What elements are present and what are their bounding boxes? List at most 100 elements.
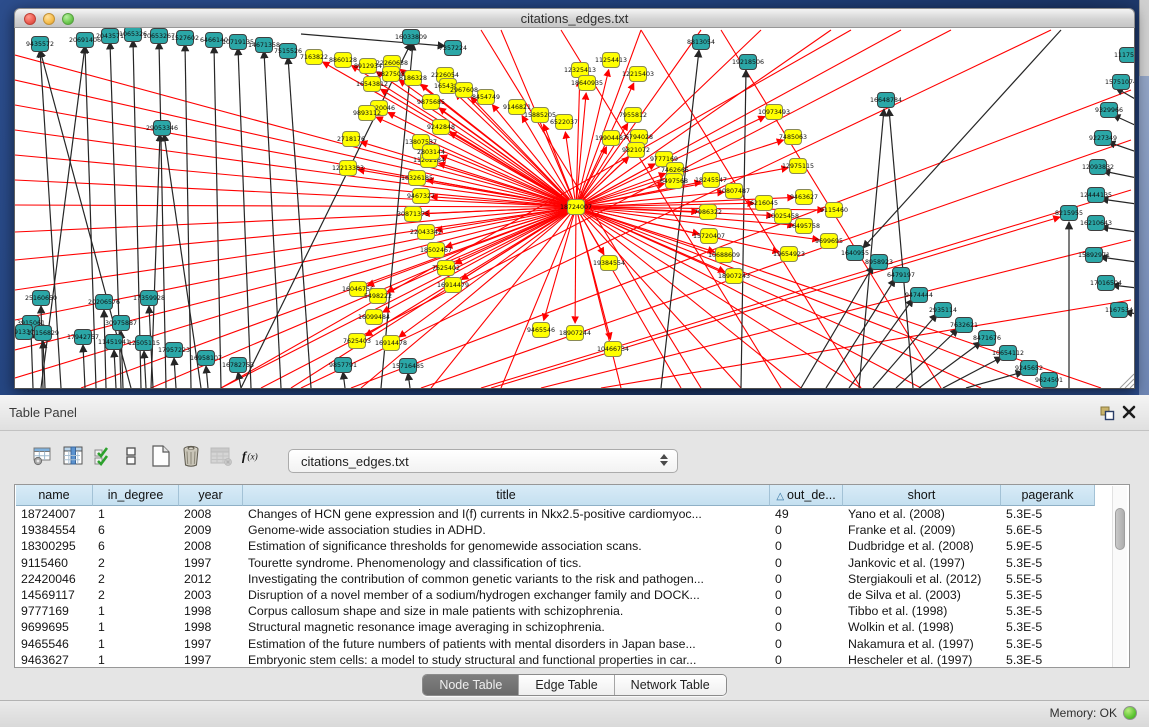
graph-node-selected[interactable]: 11254413 [595, 53, 627, 68]
graph-node-selected[interactable]: 9115460 [820, 203, 848, 218]
delete-column-icon [209, 444, 233, 468]
graph-node-selected[interactable]: 12975115 [782, 159, 814, 174]
graph-node-selected[interactable]: 22043342 [410, 225, 442, 240]
graph-node-selected[interactable]: 7625403 [343, 334, 371, 349]
table-cell: Estimation of the future numbers of pati… [243, 636, 770, 652]
graph-node[interactable]: 9474444 [905, 288, 933, 303]
graph-node[interactable]: 9624501 [1035, 373, 1063, 388]
table-row[interactable]: 946554611997Estimation of the future num… [16, 636, 1095, 652]
scrollbar-thumb[interactable] [1115, 508, 1125, 550]
table-settings-button[interactable] [30, 442, 56, 470]
graph-node[interactable]: 19218506 [732, 55, 764, 70]
graph-node-selected[interactable]: 9699695 [815, 234, 843, 249]
table-selector-dropdown[interactable]: citations_edges.txt [288, 449, 678, 473]
graph-node-selected[interactable]: 9465546 [527, 323, 555, 338]
graph-node[interactable]: 7632621 [950, 318, 978, 333]
tab-network-table[interactable]: Network Table [614, 675, 726, 695]
graph-node[interactable]: 9329966 [1095, 103, 1123, 118]
column-options-button[interactable] [118, 442, 144, 470]
graph-node-selected[interactable]: 30871375 [397, 207, 429, 222]
graph-node[interactable]: 16648784 [870, 93, 902, 108]
tab-edge-table[interactable]: Edge Table [518, 675, 613, 695]
graph-node-selected[interactable]: 19384554 [593, 256, 625, 271]
edge-selected [576, 207, 610, 339]
network-canvas[interactable]: 7163822886012889129342226063898275088186… [14, 28, 1135, 389]
graph-node-selected[interactable]: 7625402 [432, 261, 460, 276]
graph-node[interactable]: 1167534 [1105, 303, 1133, 318]
delete-column-button[interactable] [208, 442, 234, 470]
table-vertical-scrollbar[interactable] [1112, 486, 1127, 667]
graph-node-selected[interactable]: 18245547 [695, 173, 727, 188]
graph-node-selected[interactable]: 10025458 [767, 209, 799, 224]
graph-node[interactable]: 15751074 [1105, 75, 1135, 90]
graph-node[interactable]: 9435572 [26, 37, 54, 52]
row-selection-button[interactable] [90, 442, 116, 470]
graph-node[interactable]: 15716485 [392, 359, 424, 374]
svg-text:7625402: 7625402 [432, 265, 460, 272]
graph-node-selected[interactable]: 15720407 [693, 229, 725, 244]
column-header-title[interactable]: title [243, 485, 770, 506]
graph-node-selected[interactable]: 6216045 [750, 196, 778, 211]
graph-node-selected[interactable]: 16495758 [788, 219, 820, 234]
table-row[interactable]: 1938455462009Genome-wide association stu… [16, 522, 1095, 538]
column-header-pagerank[interactable]: pagerank [1001, 485, 1095, 506]
table-row[interactable]: 1830029562008Estimation of significance … [16, 538, 1095, 554]
table-cell: 2008 [179, 538, 243, 554]
graph-node[interactable]: 1117534 [1114, 48, 1135, 63]
graph-node[interactable]: 15892971 [1078, 248, 1110, 263]
column-header-short[interactable]: short [843, 485, 1001, 506]
graph-node[interactable]: 12505115 [128, 336, 160, 351]
graph-node[interactable]: 8215955 [1055, 206, 1083, 221]
graph-node[interactable]: 17016504 [1090, 276, 1122, 291]
table-row[interactable]: 1456911722003Disruption of a novel membe… [16, 587, 1095, 603]
graph-node-selected[interactable]: 16099484 [358, 310, 390, 325]
table-cell: Tibbo et al. (1998) [843, 603, 1001, 619]
graph-node[interactable]: 7357224 [439, 41, 467, 56]
graph-node-selected[interactable]: 9875685 [417, 95, 445, 110]
svg-text:8471676: 8471676 [973, 335, 1001, 342]
show-columns-button[interactable] [60, 442, 86, 470]
column-header-name[interactable]: name [16, 485, 93, 506]
delete-table-button[interactable] [178, 442, 204, 470]
graph-node[interactable]: 17957223 [158, 343, 190, 358]
graph-node-selected[interactable]: 10807487 [718, 184, 750, 199]
graph-node[interactable]: 16958107 [190, 351, 222, 366]
graph-node-selected[interactable]: 8860128 [329, 53, 357, 68]
tab-node-table[interactable]: Node Table [423, 675, 518, 695]
graph-node[interactable]: 8471676 [973, 331, 1001, 346]
edge [966, 372, 1023, 388]
graph-node-selected[interactable]: 7955812 [619, 108, 647, 123]
graph-node[interactable]: 17359928 [133, 291, 165, 306]
table-row[interactable]: 1872400712008Changes of HCN gene express… [16, 506, 1095, 522]
graph-node[interactable]: 8813054 [687, 35, 715, 50]
column-header-year[interactable]: year [179, 485, 243, 506]
table-row[interactable]: 969969511998Structural magnetic resonanc… [16, 619, 1095, 635]
graph-node-selected[interactable]: 9463627 [790, 190, 818, 205]
graph-node[interactable]: 11451941 [98, 335, 130, 350]
close-icon[interactable] [1121, 404, 1137, 420]
graph-node[interactable]: 9857791 [329, 358, 357, 373]
column-header-in_degree[interactable]: in_degree [93, 485, 179, 506]
graph-node-selected[interactable]: 9821072 [622, 143, 650, 158]
table-row[interactable]: 977716911998Corpus callosum shape and si… [16, 603, 1095, 619]
graph-node[interactable]: 6479197 [887, 268, 915, 283]
graph-node-selected[interactable]: 9467327 [407, 189, 435, 204]
memory-indicator[interactable]: Memory: OK [1050, 706, 1137, 720]
create-table-button[interactable] [148, 442, 174, 470]
graph-node-selected[interactable]: 19654923 [773, 247, 805, 262]
graph-node-selected[interactable]: 16914478 [375, 336, 407, 351]
table-row[interactable]: 946362711997Embryonic stem cells: a mode… [16, 652, 1095, 668]
table-row[interactable]: 911546021997Tourette syndrome. Phenomeno… [16, 555, 1095, 571]
graph-node[interactable]: 8958923 [865, 255, 893, 270]
graph-node[interactable]: 2935114 [929, 303, 957, 318]
table-cell: Yano et al. (2008) [843, 506, 1001, 522]
function-builder-button[interactable]: f (x) [240, 442, 266, 470]
column-header-out_de[interactable]: △out_de... [770, 485, 843, 506]
table-row[interactable]: 2242004622012Investigating the contribut… [16, 571, 1095, 587]
graph-node[interactable]: 30975887 [105, 316, 137, 331]
float-window-icon[interactable] [1099, 405, 1115, 421]
graph-node[interactable]: 10654112 [992, 346, 1024, 361]
network-window-titlebar[interactable]: citations_edges.txt [14, 8, 1135, 28]
graph-node[interactable]: 1527602 [171, 31, 199, 46]
graph-node-selected[interactable]: 12213383 [332, 161, 364, 176]
